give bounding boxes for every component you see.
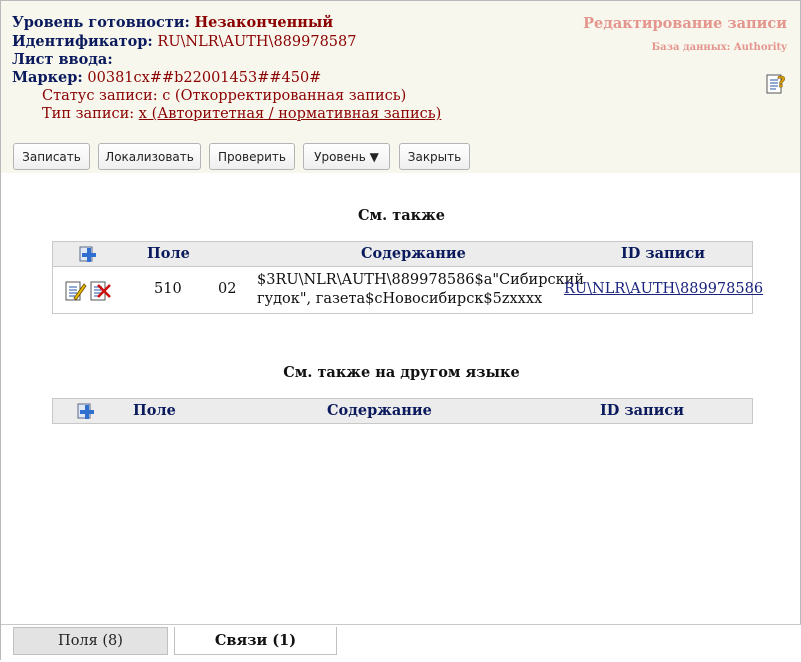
record-status: Статус записи: c (Откорректированная зап… [42,88,407,104]
edit-icon[interactable] [65,278,87,302]
see-also-title: См. также [358,207,445,224]
record-type-label: Тип записи: [42,106,135,122]
see-also-table-header: Поле Содержание ID записи [53,242,752,267]
database-label: База данных: Authority [651,42,787,53]
readiness-label: Уровень готовности: [12,14,190,31]
row-field: 510 [154,281,182,297]
column-header-content: Содержание [327,402,432,419]
svg-text:?: ? [777,73,786,91]
add-link-other-lang-icon[interactable] [75,401,97,421]
help-icon[interactable]: ? [766,71,788,95]
row-content-line-2: гудок", газета$cНовосибирск$5zxxxx [257,291,543,307]
input-sheet-line: Лист ввода: [12,51,113,68]
record-type-link[interactable]: x (Авторитетная / нормативная запись) [139,106,442,122]
table-row: 510 02 $3RU\NLR\AUTH\889978586$a"Сибирск… [53,267,763,313]
identifier-value: RU\NLR\AUTH\889978587 [157,34,357,50]
row-content-line-1: $3RU\NLR\AUTH\889978586$a"Сибирский [257,272,585,288]
localize-button[interactable]: Локализовать [98,143,201,170]
see-also-other-lang-title: См. также на другом языке [283,364,520,381]
level-dropdown-button[interactable]: Уровень ▼ [303,143,390,170]
save-button[interactable]: Записать [13,143,90,170]
see-also-other-lang-header: Поле Содержание ID записи [53,399,752,423]
identifier-label: Идентификатор: [12,33,153,50]
column-header-id: ID записи [621,245,706,262]
column-header-id: ID записи [600,402,685,419]
add-link-icon[interactable] [77,244,99,264]
readiness-line: Уровень готовности: Незаконченный [12,14,333,31]
marker-value: 00381cx##b22001453##450# [87,70,322,86]
see-also-table: Поле Содержание ID записи 510 02 $3RU\NL… [52,241,763,314]
marker-line: Маркер: 00381cx##b22001453##450# [12,69,321,86]
readiness-value: Незаконченный [194,14,334,31]
record-id-link[interactable]: RU\NLR\AUTH\889978586 [564,281,763,297]
identifier-line: Идентификатор: RU\NLR\AUTH\889978587 [12,33,356,50]
column-header-content: Содержание [361,245,466,262]
column-header-field: Поле [133,402,176,419]
record-type-line: Тип записи: x (Авторитетная / нормативна… [42,106,441,122]
close-button[interactable]: Закрыть [399,143,470,170]
marker-label: Маркер: [12,69,83,86]
check-button[interactable]: Проверить [209,143,295,170]
row-record-id-link: RU\NLR\AUTH\889978586 [564,281,763,297]
see-also-other-lang-table: Поле Содержание ID записи [52,398,753,424]
edit-title: Редактирование записи [583,15,787,32]
editor-window: Уровень готовности: Незаконченный Иденти… [0,0,801,662]
input-sheet-label: Лист ввода: [12,51,113,68]
row-indicator: 02 [218,281,237,297]
tab-fields[interactable]: Поля (8) [13,627,168,655]
delete-icon[interactable] [90,278,112,302]
tab-bar: Поля (8) Связи (1) [1,624,801,662]
column-header-field: Поле [147,245,190,262]
tab-links[interactable]: Связи (1) [174,627,337,655]
